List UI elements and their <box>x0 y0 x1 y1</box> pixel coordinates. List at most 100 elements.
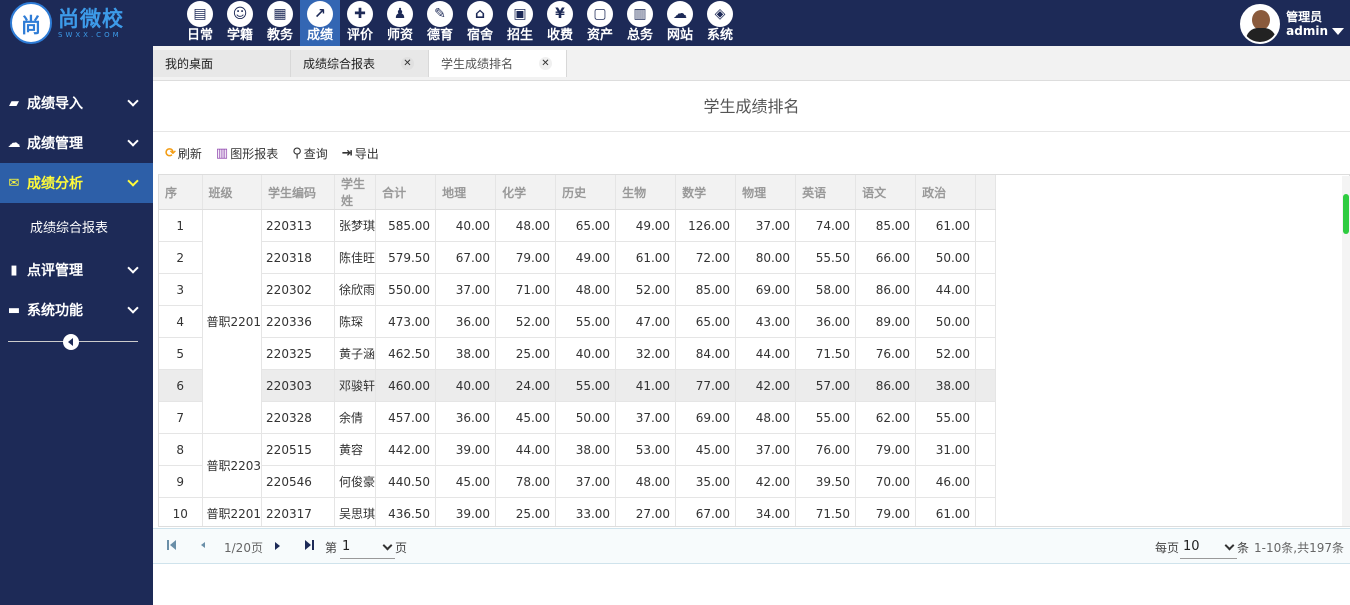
nav-item-7[interactable]: ⌂ 宿舍 <box>460 0 500 46</box>
query-button[interactable]: ⚲ 查询 <box>292 145 328 162</box>
nav-label: 成绩 <box>306 28 333 43</box>
column-header[interactable]: 合计 <box>375 175 437 210</box>
nav-item-3[interactable]: ↗ 成绩 <box>300 0 340 46</box>
sidebar: ▰ 成绩导入 ☁ 成绩管理 ✉ 成绩分析 成绩综合报表 ▮ 点评管理 ▬ 系统功… <box>0 46 153 605</box>
table-row[interactable]: 9 220546 何俊豪 440.50 45.00 78.00 37.00 48.00 35.0… <box>159 465 997 498</box>
sidebar-item-score-import[interactable]: ▰ 成绩导入 <box>0 83 153 123</box>
table-cell: 7 <box>159 401 203 434</box>
close-icon[interactable]: ✕ <box>539 57 552 70</box>
table-cell: 1 <box>159 209 203 242</box>
nav-item-11[interactable]: ▥ 总务 <box>620 0 660 46</box>
column-header[interactable]: 生物 <box>615 175 677 210</box>
first-page-icon[interactable] <box>167 539 177 551</box>
table-cell: 39.50 <box>795 465 857 498</box>
nav-item-4[interactable]: ✚ 评价 <box>340 0 380 46</box>
table-cell: 220313 <box>261 209 336 242</box>
tab-comprehensive-report[interactable]: 成绩综合报表 ✕ <box>291 50 429 77</box>
nav-item-1[interactable]: ☺ 学籍 <box>220 0 260 46</box>
nav-item-8[interactable]: ▣ 招生 <box>500 0 540 46</box>
close-icon[interactable]: ✕ <box>401 57 414 70</box>
table-cell-filler <box>975 465 997 498</box>
nav-item-12[interactable]: ☁ 网站 <box>660 0 700 46</box>
nav-item-6[interactable]: ✎ 德育 <box>420 0 460 46</box>
table-cell: 77.00 <box>675 369 737 402</box>
sidebar-item-score-management[interactable]: ☁ 成绩管理 <box>0 123 153 163</box>
chart-report-button[interactable]: ▥ 图形报表 <box>216 145 278 162</box>
previous-page-icon[interactable] <box>201 539 207 551</box>
column-header[interactable]: 班级 <box>202 175 263 210</box>
column-header[interactable]: 化学 <box>495 175 557 210</box>
column-header[interactable]: 语文 <box>855 175 917 210</box>
table-cell: 48.00 <box>555 273 617 306</box>
nav-item-5[interactable]: ♟ 师资 <box>380 0 420 46</box>
sidebar-subitem-comprehensive-report[interactable]: 成绩综合报表 <box>30 217 108 236</box>
table-cell: 79.00 <box>495 241 557 274</box>
column-header[interactable]: 序 <box>159 175 203 210</box>
table-cell: 85.00 <box>675 273 737 306</box>
next-page-icon[interactable] <box>275 539 281 551</box>
table-row[interactable]: 4 220336 陈琛 473.00 36.00 52.00 55.00 47.00 65.00… <box>159 305 997 338</box>
total-records: 1-10条,共197条 <box>1254 541 1344 555</box>
nav-item-13[interactable]: ◈ 系统 <box>700 0 740 46</box>
sidebar-item-comment-management[interactable]: ▮ 点评管理 <box>0 250 153 290</box>
per-page-select[interactable]: 10 <box>1180 535 1237 559</box>
logo[interactable]: 尚 尚微校 SWXX.COM <box>10 2 150 44</box>
table-cell: 220325 <box>261 337 336 370</box>
table-row[interactable]: 7 220328 余倩 457.00 36.00 45.00 50.00 37.00 69.00… <box>159 401 997 434</box>
chevron-down-icon <box>127 135 139 147</box>
folder-icon: ▬ <box>7 302 21 318</box>
table-row[interactable]: 3 220302 徐欣雨 550.00 37.00 71.00 48.00 52.00 85.0… <box>159 273 997 306</box>
table-row[interactable]: 10 普职2201 220317 吴思琪 436.50 39.00 25.00 33.00 27… <box>159 497 997 526</box>
sidebar-item-score-analysis[interactable]: ✉ 成绩分析 <box>0 163 153 203</box>
table-cell: 徐欣雨 <box>334 273 377 306</box>
tab-student-ranking[interactable]: 学生成绩排名 ✕ <box>429 50 567 77</box>
table-row[interactable]: 1 普职2201 220313 张梦琪 585.00 40.00 48.00 65.00 49.… <box>159 209 997 434</box>
table-row[interactable]: 8 普职2203 220515 黄容 442.00 39.00 44.00 38.00 53.0… <box>159 433 997 498</box>
column-header[interactable]: 政治 <box>915 175 977 210</box>
nav-item-2[interactable]: ▦ 教务 <box>260 0 300 46</box>
calendar-plus-icon: ✚ <box>347 1 373 27</box>
sidebar-item-system-functions[interactable]: ▬ 系统功能 <box>0 290 153 330</box>
column-header[interactable]: 学生姓 <box>334 175 377 210</box>
collapse-sidebar-icon[interactable] <box>63 334 79 350</box>
table-row[interactable]: 6 220303 邓骏轩 460.00 40.00 24.00 55.00 41.00 77.0… <box>159 369 997 402</box>
table-cell: 76.00 <box>855 337 917 370</box>
table-cell: 41.00 <box>615 369 677 402</box>
table-cell: 220546 <box>261 465 336 498</box>
class-cell: 普职2201 <box>202 497 263 526</box>
table-cell: 余倩 <box>334 401 377 434</box>
yen-icon: ¥ <box>547 1 573 27</box>
column-header[interactable]: 数学 <box>675 175 737 210</box>
score-table: 序班级 学生编码 学生姓 合计 地理 化学 历史 生物 数学 物理 英语 语文 政治 1 普职2201 22… <box>159 175 997 526</box>
table-row[interactable]: 2 220318 陈佳旺 579.50 67.00 79.00 49.00 61.00 72.0… <box>159 241 997 274</box>
nav-item-10[interactable]: ▢ 资产 <box>580 0 620 46</box>
table-cell: 55.00 <box>795 401 857 434</box>
table-cell-filler <box>975 369 997 402</box>
per-page-prefix: 每页 <box>1155 541 1180 555</box>
column-header[interactable]: 历史 <box>555 175 617 210</box>
avatar[interactable] <box>1240 4 1281 44</box>
table-cell: 61.00 <box>615 241 677 274</box>
table-cell: 67.00 <box>435 241 497 274</box>
column-header[interactable]: 学生编码 <box>261 175 336 210</box>
table-cell: 10 <box>159 497 203 526</box>
scrollbar-thumb[interactable] <box>1343 194 1349 234</box>
table-cell: 79.00 <box>855 497 917 526</box>
last-page-icon[interactable] <box>305 539 315 551</box>
column-header[interactable]: 物理 <box>735 175 797 210</box>
toolbar: ⟳ 刷新 ▥ 图形报表 ⚲ 查询 ⇥ 导出 <box>165 143 393 163</box>
export-button[interactable]: ⇥ 导出 <box>342 145 379 162</box>
book-icon: ▰ <box>9 95 19 111</box>
table-row[interactable]: 5 220325 黄子涵 462.50 38.00 25.00 40.00 32.00 84.0… <box>159 337 997 370</box>
caret-down-icon[interactable] <box>1332 28 1344 35</box>
refresh-button[interactable]: ⟳ 刷新 <box>165 145 202 162</box>
page-number-select[interactable]: 1 <box>340 535 395 559</box>
nav-item-9[interactable]: ¥ 收费 <box>540 0 580 46</box>
table-cell: 35.00 <box>675 465 737 498</box>
nav-label: 宿舍 <box>466 28 493 43</box>
column-header[interactable]: 地理 <box>435 175 497 210</box>
user-menu[interactable]: 管理员 admin <box>1240 3 1344 45</box>
nav-item-0[interactable]: ▤ 日常 <box>180 0 220 46</box>
column-header[interactable]: 英语 <box>795 175 857 210</box>
tab-my-desktop[interactable]: 我的桌面 <box>153 50 291 77</box>
